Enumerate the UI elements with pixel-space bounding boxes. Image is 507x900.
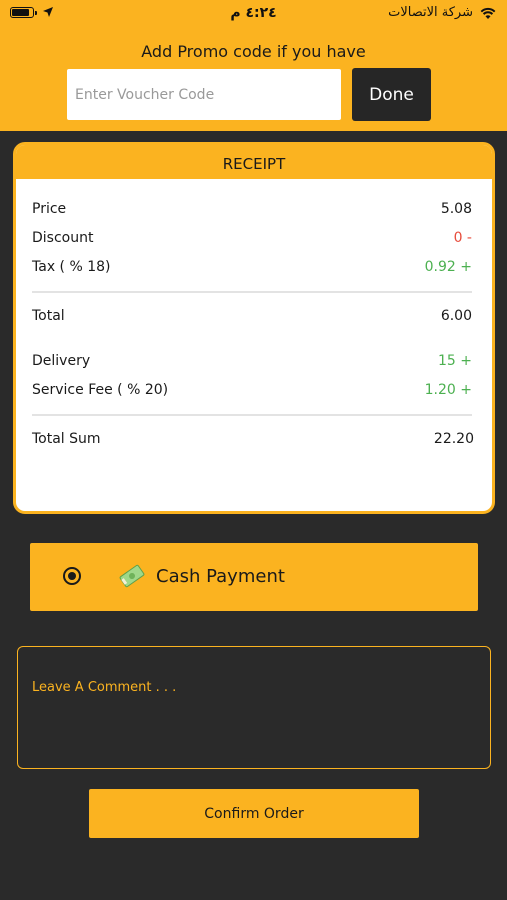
receipt-row-total-sum: Total Sum 22.20 [32,431,474,447]
cash-icon [119,564,145,588]
comment-input[interactable] [17,646,491,769]
row-value: 0.92 + [424,259,472,275]
row-value: 1.20 + [424,382,472,398]
wifi-icon [480,7,496,19]
row-value: 6.00 [440,308,472,324]
done-button[interactable]: Done [352,68,431,121]
receipt-row-discount: Discount 0 - [32,230,472,246]
payment-method-label: Cash Payment [156,566,285,587]
carrier-name: شركة الاتصالات [388,5,473,20]
status-bar: ٤:٢٤ م شركة الاتصالات [0,0,507,28]
row-value: 5.08 [440,201,472,217]
cash-payment-option[interactable]: Cash Payment [30,543,478,611]
receipt-row-price: Price 5.08 [32,201,472,217]
row-label: Delivery [32,353,91,369]
row-value: 22.20 [433,431,474,447]
receipt-card: RECEIPT Price 5.08 Discount 0 - Tax ( % … [13,142,495,514]
row-label: Total Sum [32,431,101,447]
row-label: Discount [32,230,94,246]
receipt-row-service-fee: Service Fee ( % 20) 1.20 + [32,382,472,398]
divider [32,414,472,416]
promo-panel: ٤:٢٤ م شركة الاتصالات Add Promo code if … [0,0,507,131]
payment-radio-selected[interactable] [63,567,81,585]
receipt-row-tax: Tax ( % 18) 0.92 + [32,259,472,275]
receipt-row-total: Total 6.00 [32,308,472,324]
confirm-order-button[interactable]: Confirm Order [89,789,419,838]
row-label: Total [32,308,65,324]
divider [32,291,472,293]
row-value: 15 + [438,353,472,369]
row-label: Service Fee ( % 20) [32,382,169,398]
promo-title: Add Promo code if you have [141,42,366,61]
status-right: شركة الاتصالات [388,5,497,20]
row-label: Price [32,201,67,217]
receipt-title: RECEIPT [16,145,492,179]
row-label: Tax ( % 18) [32,259,111,275]
receipt-row-delivery: Delivery 15 + [32,353,472,369]
voucher-input[interactable] [67,69,341,120]
row-value: 0 - [453,230,472,246]
